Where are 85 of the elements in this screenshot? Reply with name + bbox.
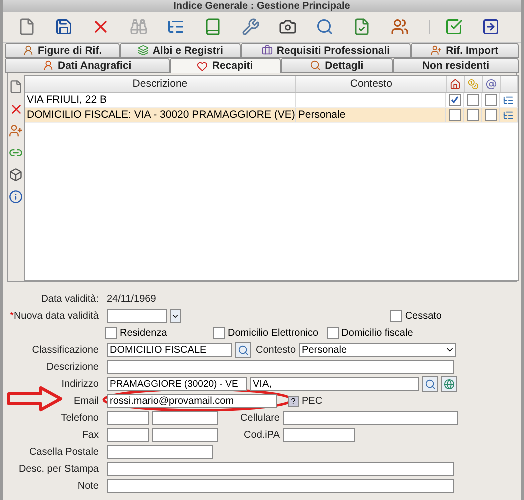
field-label: Desc. per Stampa [18,464,100,474]
field-label: Cod.iPA [243,430,280,440]
field-label: Indirizzo [60,378,100,390]
input-field[interactable] [283,411,458,425]
table-cell: VIA FRIULI, 22 B [25,93,296,107]
field-label: Fax [81,430,100,440]
person-add-icon [431,45,442,56]
input-field[interactable]: VIA, [250,377,419,391]
table-cell: DOMICILIO FISCALE: VIA - 30020 PRAMAGGIORE (VE) [25,108,296,122]
input-field[interactable] [107,445,213,459]
tab[interactable]: Albi e Registri [120,43,242,58]
field-label: Cellulare [240,412,280,424]
field-label: Contesto [256,344,296,356]
search-icon[interactable] [422,376,438,392]
field-label: Descrizione [46,362,100,372]
tab[interactable]: Figure di Rif. [5,43,120,58]
input-field[interactable]: rossi.mario@provamail.com [107,394,277,408]
field-label: Note [76,480,100,492]
input-field[interactable] [107,428,149,442]
tab[interactable]: Dettagli [280,58,393,73]
cessato-checkbox[interactable]: Cessato [390,310,442,322]
tab[interactable]: Requisiti Professionali [241,43,411,58]
tree-icon[interactable] [503,94,514,106]
person-icon [43,60,54,71]
date-value: 24/11/1969 [107,294,156,304]
checkbox[interactable] [213,327,225,339]
table-cell: Personale [296,108,446,122]
field-label: Data validità: [40,294,100,304]
table-row[interactable]: DOMICILIO FISCALE: VIA - 30020 PRAMAGGIORE (VE) Personale [25,108,518,123]
input-field[interactable] [283,428,355,442]
heart-icon [197,60,208,72]
input-field[interactable] [107,479,454,493]
input-field[interactable] [152,428,218,442]
annotation-arrow [7,386,63,412]
input-field[interactable] [107,462,454,476]
option-checkbox[interactable]: Domicilio Elettronico [213,327,319,339]
input-field[interactable] [107,411,149,425]
layers-icon [138,45,149,56]
globe-icon[interactable] [441,376,457,392]
field-label: *Nuova data validità [9,310,100,322]
tree-icon[interactable] [503,110,514,120]
checkbox[interactable] [326,327,339,339]
required-mark: * [10,310,14,322]
input-field[interactable]: PRAMAGGIORE (30020) - VE [107,377,247,391]
tab[interactable]: Recapiti [170,58,281,73]
table-row[interactable]: VIA FRIULI, 22 B [25,93,518,108]
context-select[interactable]: Personale [299,343,456,357]
checkbox[interactable] [448,94,461,106]
user-add-icon[interactable] [8,123,24,139]
dropdown-button[interactable] [170,309,181,323]
input-field[interactable]: DOMICILIO FISCALE [107,343,232,357]
pec-label: PEC [302,396,323,406]
input-field[interactable] [107,360,454,374]
at-sign-icon [486,78,498,90]
field-label: Casella Postale [28,446,100,458]
checkbox[interactable] [105,327,117,339]
checkbox[interactable] [448,109,461,121]
tab[interactable]: Dati Anagrafici [5,58,170,73]
search-icon [310,60,322,71]
checkbox[interactable] [484,109,497,121]
date-field[interactable] [107,309,167,323]
option-checkbox[interactable]: Domicilio fiscale [326,327,414,339]
checkbox[interactable] [466,109,479,121]
tab[interactable]: Rif. Import [410,43,519,58]
column-header: Contesto [296,76,448,92]
window-title: Indice Generale : Gestione Principale [174,0,350,12]
checkbox[interactable] [466,94,479,106]
field-label: Classificazione [31,344,100,356]
house-icon [450,78,462,90]
checkbox[interactable] [484,94,497,106]
new-file-icon[interactable] [8,79,24,95]
column-header: Descrizione [25,76,296,92]
field-label: Email [72,396,100,406]
person-icon [22,45,34,56]
input-field[interactable] [152,411,218,425]
info-icon[interactable] [8,189,24,205]
search-icon[interactable] [235,342,251,358]
coin-icon [468,78,480,90]
tab[interactable]: Non residenti [392,58,519,73]
box-icon[interactable] [8,167,24,183]
checkbox[interactable] [390,310,402,322]
briefcase-icon [262,45,273,56]
option-checkbox[interactable]: Residenza [105,327,205,339]
help-button[interactable]: ? [288,396,299,406]
field-label: Telefono [60,412,100,424]
